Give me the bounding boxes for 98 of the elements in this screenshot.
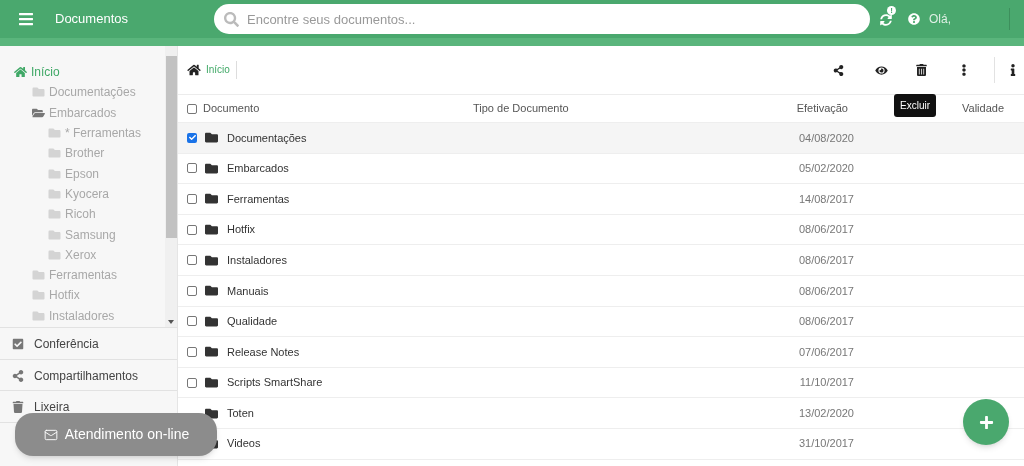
home-icon	[14, 66, 27, 79]
table-cell-text: 08/06/2017	[797, 314, 854, 330]
chat-button[interactable]: Atendimento on-line	[15, 413, 217, 456]
checkbox[interactable]	[187, 285, 197, 296]
search-icon	[224, 11, 239, 27]
table-cell-text: Qualidade	[227, 314, 279, 330]
folder-icon	[204, 223, 219, 237]
checkbox[interactable]	[187, 255, 197, 266]
help-icon[interactable]	[908, 13, 920, 25]
breadcrumb-link[interactable]: Início	[206, 61, 237, 79]
checkbox[interactable]	[187, 316, 197, 327]
mail-icon	[42, 427, 59, 442]
scroll-down-icon[interactable]	[168, 320, 174, 324]
folder-icon	[204, 192, 219, 206]
table-cell-text: Ferramentas	[227, 191, 291, 207]
table-cell-text: 08/06/2017	[797, 252, 854, 268]
table-cell-text: Instaladores	[227, 252, 288, 268]
folder-icon	[204, 345, 219, 359]
tree-item[interactable]: Epson	[0, 163, 165, 184]
folder-icon	[48, 228, 61, 241]
tree-item[interactable]: * Ferramentas	[0, 122, 165, 144]
table-cell-text: 11/10/2017	[798, 375, 854, 391]
tree-item[interactable]: Kyocera	[0, 183, 165, 205]
folder-icon	[32, 86, 45, 99]
folder-icon	[204, 161, 219, 175]
folder-icon	[204, 376, 219, 390]
column-header[interactable]: Tipo de Documento	[473, 100, 673, 117]
checkbox[interactable]	[187, 224, 197, 235]
folder-icon	[32, 309, 45, 322]
checkbox[interactable]	[187, 132, 197, 143]
tree-item[interactable]: Samsung	[0, 224, 165, 245]
folder-icon	[204, 284, 219, 298]
table-cell-text: Scripts SmartShare	[227, 375, 324, 391]
table-cell-text: 08/06/2017	[797, 283, 854, 299]
home-icon[interactable]	[187, 64, 201, 76]
sidebar-link[interactable]: Conferência	[12, 337, 99, 351]
app-title: Documentos	[55, 10, 128, 29]
checkbox[interactable]	[187, 103, 197, 114]
eye-icon[interactable]	[875, 64, 888, 76]
checkbox[interactable]	[187, 194, 197, 204]
table-cell-text: 07/06/2017	[797, 344, 854, 360]
column-header[interactable]: Validade	[962, 100, 1004, 117]
search-field[interactable]: Encontre seus documentos...	[214, 4, 870, 34]
folder-icon	[48, 127, 61, 140]
folder-icon	[48, 187, 61, 200]
tree-item[interactable]: Instaladores	[0, 305, 165, 326]
sync-icon[interactable]	[880, 14, 892, 26]
tree-item[interactable]: Hotfix	[0, 285, 165, 306]
more-icon[interactable]	[959, 64, 969, 76]
plus-icon	[978, 414, 994, 430]
table-cell-text: 31/10/2017	[797, 436, 854, 452]
notification-badge: !	[887, 6, 896, 15]
trash-icon	[12, 401, 24, 413]
tree-item[interactable]: Documentações	[0, 82, 165, 103]
folder-icon	[204, 253, 219, 267]
checkbox[interactable]	[187, 163, 197, 174]
table-cell-text: Documentações	[227, 130, 308, 146]
table-cell-text: 08/06/2017	[797, 222, 854, 238]
menu-icon[interactable]	[17, 11, 35, 27]
tree-item[interactable]: Xerox	[0, 244, 165, 265]
folder-icon	[204, 314, 219, 328]
trash-icon[interactable]	[916, 64, 927, 76]
folder-icon	[204, 131, 219, 145]
folder-icon	[48, 167, 61, 180]
share-icon[interactable]	[833, 64, 844, 76]
checkbox[interactable]	[187, 377, 197, 388]
table-cell-text: 13/02/2020	[797, 405, 854, 421]
tree-item[interactable]: Embarcados	[0, 102, 165, 123]
info-icon[interactable]	[1010, 64, 1016, 76]
sidebar-link[interactable]: Compartilhamentos	[12, 368, 139, 383]
table-cell-text: Videos	[227, 436, 262, 452]
table-cell-text: 05/02/2020	[797, 161, 854, 177]
tree-item[interactable]: Brother	[0, 143, 165, 164]
table-cell-text: 14/08/2017	[797, 191, 854, 207]
column-header[interactable]: Efetivação	[673, 100, 848, 117]
tree-item[interactable]: Ferramentas	[0, 264, 165, 286]
checkbox-icon	[12, 338, 24, 350]
folder-icon	[32, 269, 45, 282]
column-header[interactable]: Documento	[203, 100, 473, 117]
folder-icon	[32, 106, 45, 119]
table-cell-text: Toten	[227, 405, 255, 421]
scrollbar[interactable]	[165, 46, 177, 327]
table-cell-text: 04/08/2020	[797, 130, 854, 146]
folder-icon	[48, 208, 61, 221]
share-icon	[12, 369, 24, 382]
folder-icon	[48, 248, 61, 261]
tree-item[interactable]: Ricoh	[0, 204, 165, 225]
folder-icon	[32, 289, 45, 302]
table-cell-text: Release Notes	[227, 344, 301, 360]
greeting: Olá,	[929, 11, 951, 28]
checkbox[interactable]	[187, 346, 197, 357]
table-cell-text: Hotfix	[227, 222, 257, 238]
table-cell-text: Embarcados	[227, 161, 290, 177]
tooltip: Excluir	[894, 94, 936, 117]
sidebar-link[interactable]: Lixeira	[12, 400, 70, 414]
tree-item[interactable]: Início	[0, 62, 165, 83]
table-cell-text: Manuais	[227, 283, 270, 299]
folder-icon	[48, 147, 61, 160]
